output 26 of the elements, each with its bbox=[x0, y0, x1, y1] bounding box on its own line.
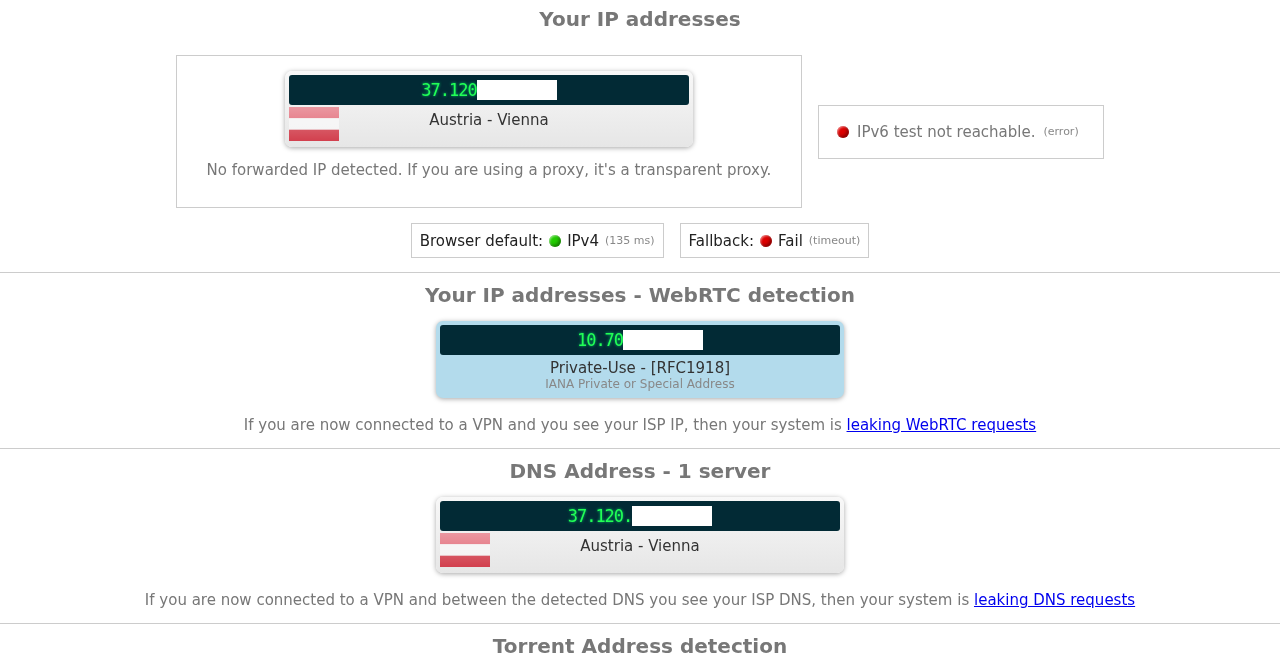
check-value: IPv4 bbox=[567, 231, 599, 250]
check-label: Fallback: bbox=[688, 231, 755, 250]
flag-icon bbox=[440, 533, 490, 567]
ipv6-status-detail: (error) bbox=[1043, 125, 1079, 138]
section-heading: Torrent Address detection bbox=[491, 634, 789, 658]
section-heading: Your IP addresses bbox=[538, 6, 742, 31]
address-type-label: IANA Private or Special Address bbox=[545, 377, 735, 392]
section-heading: DNS Address - 1 server bbox=[508, 459, 772, 483]
check-detail: (135 ms) bbox=[605, 234, 655, 247]
flag-icon bbox=[289, 107, 339, 141]
info-link[interactable]: leaking DNS requests bbox=[974, 591, 1136, 609]
section-heading: Your IP addresses - WebRTC detection bbox=[424, 283, 856, 307]
check-value: Fail bbox=[778, 231, 803, 250]
info-text: If you are now connected to a VPN and you see your ISP IP, then your system is bbox=[243, 416, 842, 434]
ip-address: 37.120. bbox=[567, 506, 633, 526]
ip-address: 10.70 bbox=[576, 330, 624, 350]
info-link[interactable]: leaking WebRTC requests bbox=[846, 416, 1037, 434]
info-text: If you are now connected to a VPN and between the detected DNS you see your ISP DNS, then your system is bbox=[144, 591, 970, 609]
ip-address: 37.120 bbox=[421, 80, 477, 100]
check-detail: (timeout) bbox=[808, 234, 861, 247]
check-label: Browser default: bbox=[419, 231, 544, 250]
location-label: Private-Use - [RFC1918] bbox=[549, 359, 731, 377]
ipv6-status-text: IPv6 test not reachable. bbox=[857, 122, 1036, 141]
location-label: Austria - Vienna bbox=[428, 110, 550, 129]
location-label: Austria - Vienna bbox=[579, 536, 701, 555]
forwarded-ip-note: No forwarded IP detected. If you are using a proxy, it's a transparent proxy. bbox=[206, 161, 772, 179]
